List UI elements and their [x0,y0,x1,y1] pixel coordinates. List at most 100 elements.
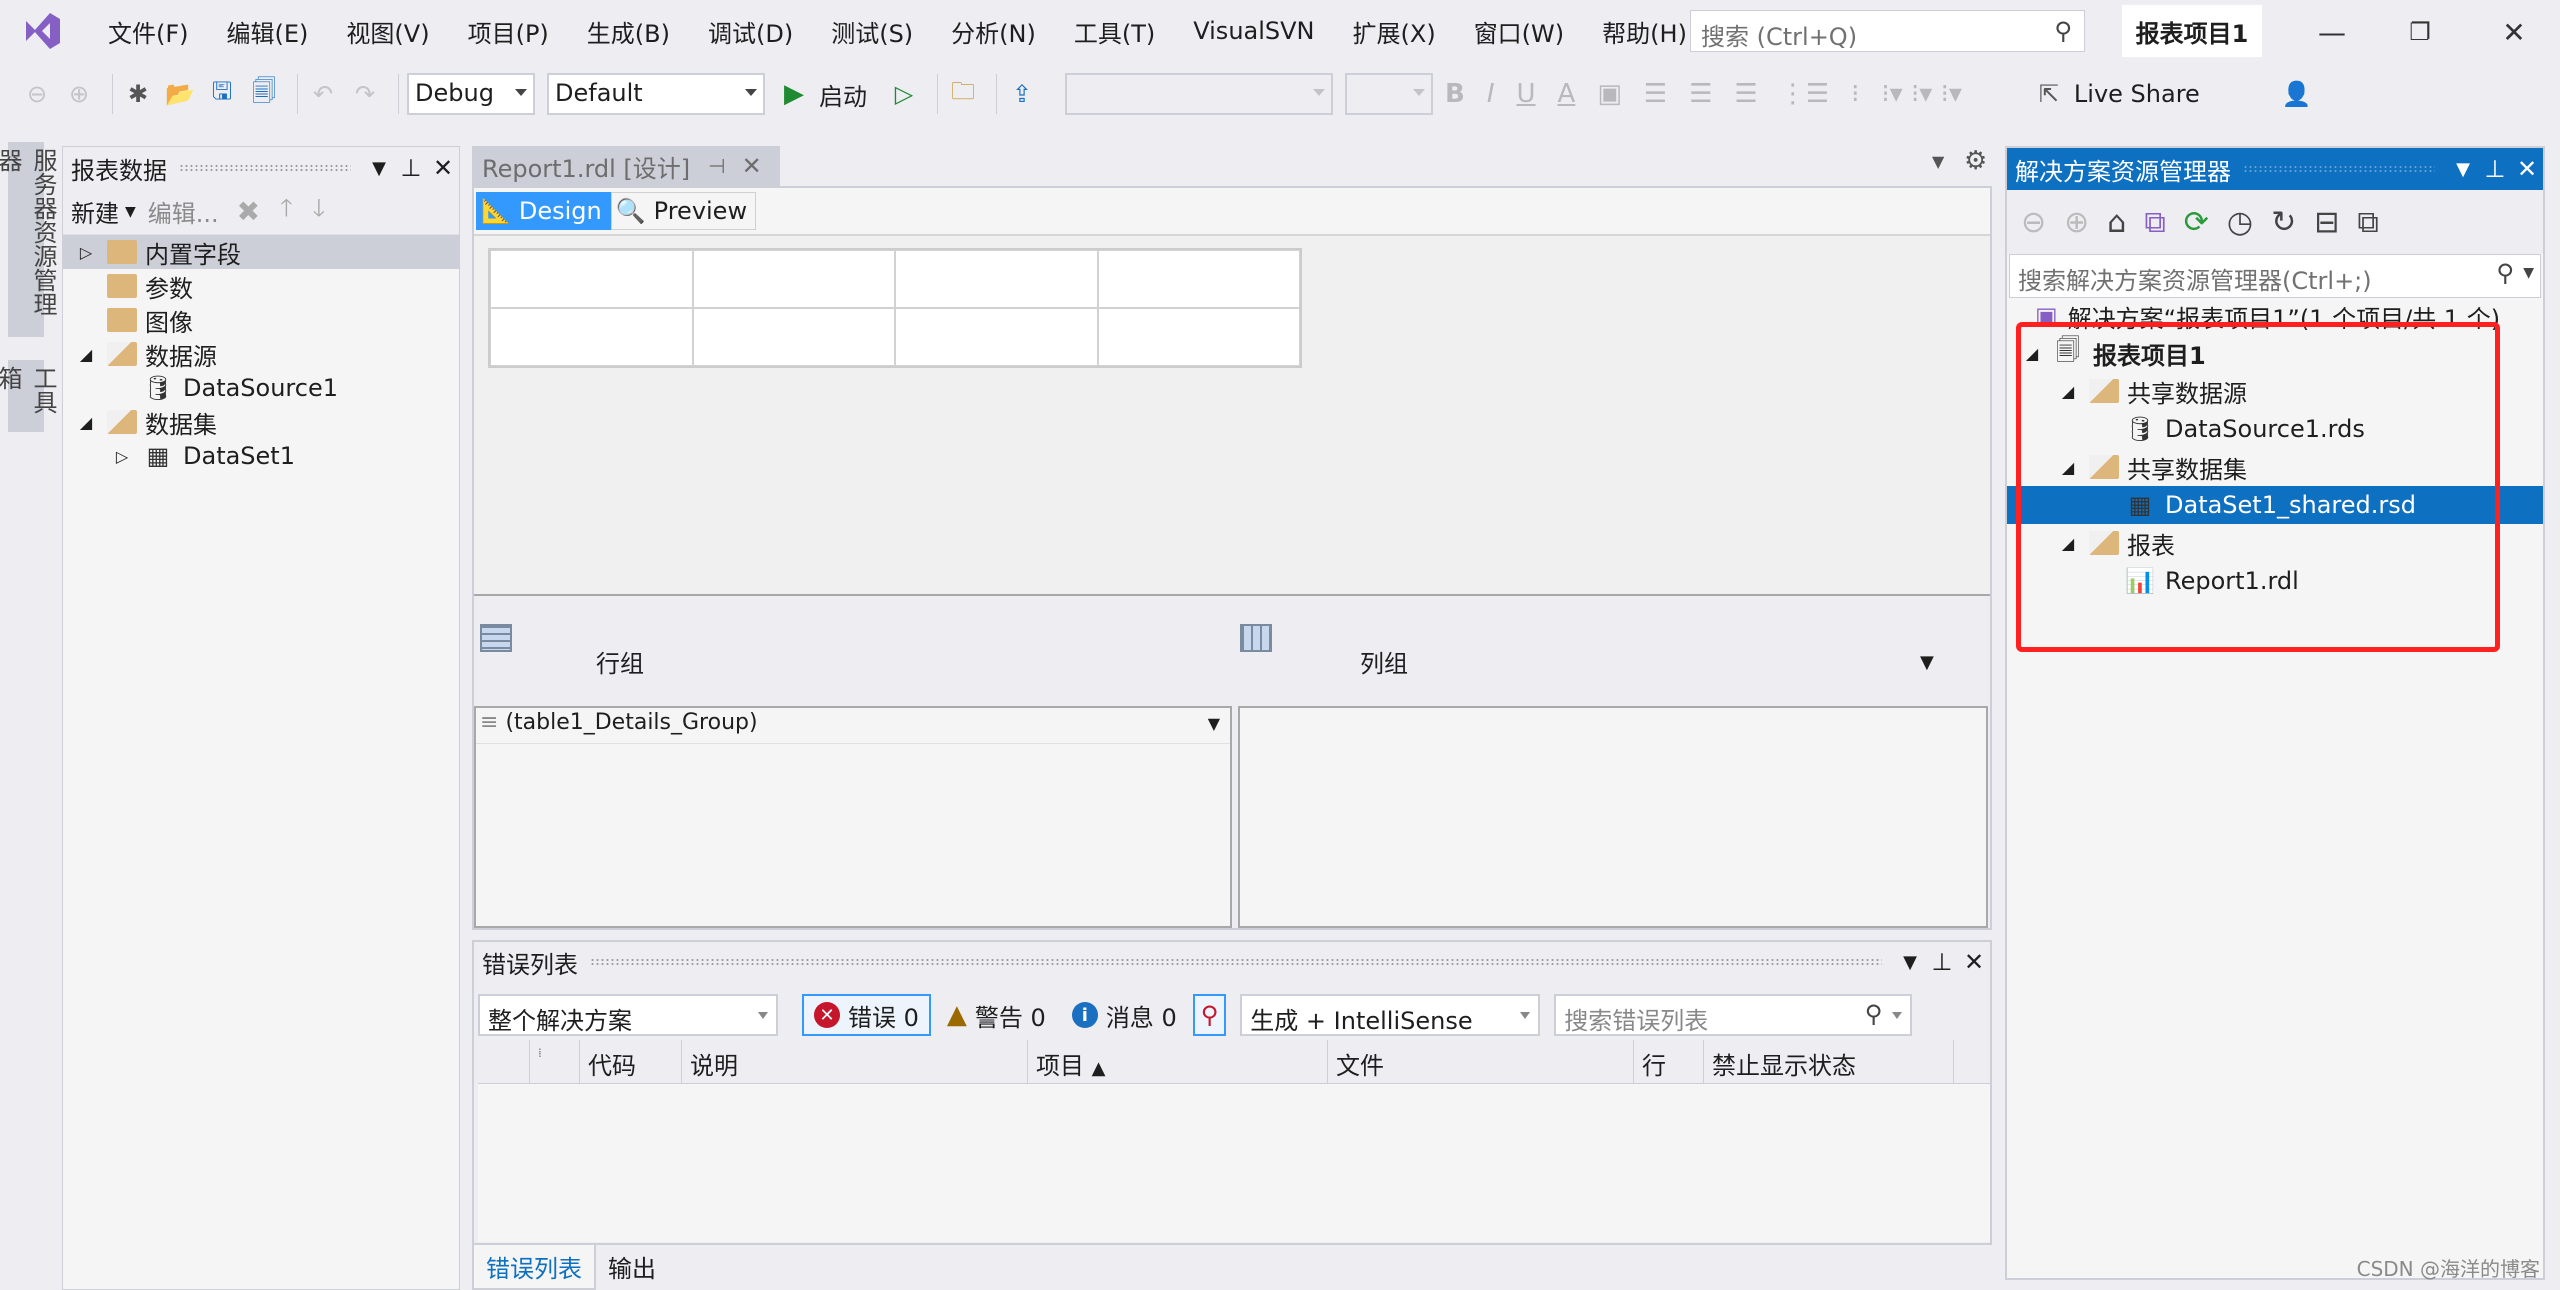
menu-edit[interactable]: 编辑(E) [227,14,309,49]
tab-output[interactable]: 输出 [596,1245,668,1290]
switch-views-icon[interactable]: ⧉ [2144,205,2165,240]
table-cell[interactable] [692,250,895,308]
configuration-dropdown[interactable]: Debug [407,73,535,115]
numbered-list-icon[interactable]: ⋮☰ [1780,79,1829,109]
forward-icon[interactable]: ⊕ [2064,205,2089,240]
back-icon[interactable]: ⊖ [20,77,54,111]
font-color-icon[interactable]: A [1558,79,1576,109]
tree-item[interactable]: ▷ ▦ DataSet1 [63,439,459,473]
dropdown-icon[interactable]: ▼ [363,152,395,184]
menu-help[interactable]: 帮助(H) [1602,14,1687,49]
grouping-options-dropdown-icon[interactable]: ▼ [1920,652,1934,673]
source-dropdown[interactable]: 生成 + IntelliSense [1240,994,1541,1036]
pin-icon[interactable]: ⊥ [395,152,427,184]
edit-button[interactable]: 编辑... [148,194,219,229]
menu-visualsvn[interactable]: VisualSVN [1193,17,1314,45]
toolbar-overflow-icon[interactable]: ⁝▾ ⁝▾ ⁝▾ [1881,79,1961,109]
server-explorer-tab[interactable]: 服务器资源管理器 [0,142,57,337]
start-play-icon[interactable]: ▶ [777,77,811,111]
close-icon[interactable]: ✕ [2511,153,2543,185]
minimize-button[interactable]: — [2312,12,2352,52]
document-tab-report1[interactable]: Report1.rdl [设计] ⊣ ✕ [472,146,780,186]
warnings-filter-button[interactable]: ▲ 警告 0 [937,994,1056,1036]
new-project-icon[interactable]: ✱ [121,77,155,111]
expanded-arrow-icon[interactable]: ◢ [75,413,97,432]
pending-changes-filter-icon[interactable]: ◷ [2227,205,2253,240]
tab-design[interactable]: 📐 Design [476,192,611,230]
global-search-input[interactable]: 搜索 (Ctrl+Q) ⚲ [1690,10,2085,52]
dropdown-icon[interactable]: ▼ [2447,153,2479,185]
back-icon[interactable]: ⊖ [2021,205,2046,240]
collapse-all-icon[interactable]: ⊟ [2314,205,2339,240]
table-cell[interactable] [1097,250,1300,308]
settings-gear-icon[interactable]: ⚙ [1964,146,1987,176]
design-canvas[interactable] [474,234,1990,594]
errors-filter-button[interactable]: ✕ 错误 0 [802,994,931,1036]
publish-icon[interactable]: ⇪ [1005,77,1039,111]
dropdown-icon[interactable]: ▼ [1894,946,1926,978]
forward-icon[interactable]: ⊕ [62,77,96,111]
menu-test[interactable]: 测试(S) [831,14,913,49]
new-button[interactable]: 新建 [71,194,119,229]
save-icon[interactable]: 🖫 [205,77,239,111]
folder-icon[interactable]: 🗀 [946,77,980,111]
align-right-icon[interactable]: ☰ [1735,79,1758,109]
open-file-icon[interactable]: 📂 [163,77,197,111]
drag-grip[interactable] [2243,165,2435,173]
save-all-icon[interactable]: 🗐 [247,77,281,111]
tree-item[interactable]: ◢ 数据源 [63,337,459,371]
background-color-icon[interactable]: ▣ [1597,79,1622,109]
menu-view[interactable]: 视图(V) [346,14,429,49]
live-share-icon[interactable]: ⇱ [2032,77,2066,111]
bullet-list-icon[interactable]: ⁝ [1851,79,1859,109]
column-header-line[interactable]: 行 [1634,1040,1704,1083]
group-dropdown-icon[interactable]: ▼ [1208,714,1220,733]
undo-icon[interactable]: ↶ [306,77,340,111]
report-table[interactable] [488,248,1302,368]
tree-item[interactable]: 图像 [63,303,459,337]
table-cell[interactable] [895,250,1098,308]
move-up-icon[interactable]: 🡑 [280,191,292,232]
error-search-input[interactable]: 搜索错误列表 ⚲ [1554,994,1913,1036]
menu-analyze[interactable]: 分析(N) [951,14,1036,49]
sync-icon[interactable]: ⟳ [2184,205,2209,240]
collapsed-arrow-icon[interactable]: ▷ [111,447,133,466]
column-header-code[interactable]: 代码 [580,1040,682,1083]
tab-preview[interactable]: 🔍 Preview [610,192,757,230]
drag-grip[interactable] [179,164,351,172]
platform-dropdown[interactable]: Default [547,73,765,115]
menu-project[interactable]: 项目(P) [468,14,549,49]
start-button[interactable]: 启动 [819,77,867,112]
menu-file[interactable]: 文件(F) [108,14,189,49]
column-header-suppression-state[interactable]: 禁止显示状态 [1704,1040,1954,1083]
table-cell[interactable] [490,308,693,366]
close-icon[interactable]: ✕ [427,152,459,184]
close-window-button[interactable]: ✕ [2494,12,2534,52]
pin-icon[interactable]: ⊥ [1926,946,1958,978]
home-icon[interactable]: ⌂ [2107,205,2126,240]
column-chooser-icon[interactable]: ⁞ [530,1040,580,1083]
align-center-icon[interactable]: ☰ [1689,79,1712,109]
build-filter-toggle[interactable]: ⚲ [1192,994,1227,1036]
column-header-description[interactable]: 说明 [682,1040,1028,1083]
align-left-icon[interactable]: ☰ [1644,79,1667,109]
feedback-icon[interactable]: 👤 [2280,77,2314,111]
italic-icon[interactable]: I [1487,79,1495,109]
close-tab-icon[interactable]: ✕ [742,152,762,180]
bold-icon[interactable]: B [1445,79,1465,109]
solution-search-input[interactable]: 搜索解决方案资源管理器(Ctrl+;) ⚲ ▼ [2009,254,2541,298]
table-cell[interactable] [692,308,895,366]
refresh-icon[interactable]: ↻ [2271,205,2296,240]
delete-icon[interactable]: ✖ [237,195,260,228]
tree-item[interactable]: ▷ 内置字段 [63,235,459,269]
drag-grip[interactable] [590,958,1882,966]
table-cell[interactable] [1097,308,1300,366]
table-cell[interactable] [490,250,693,308]
tree-item[interactable]: 参数 [63,269,459,303]
scope-dropdown[interactable]: 整个解决方案 [478,994,778,1036]
tree-item[interactable]: ◢ 数据集 [63,405,459,439]
chevron-down-icon[interactable]: ▼ [125,204,136,220]
menu-tools[interactable]: 工具(T) [1074,14,1155,49]
pin-icon[interactable]: ⊥ [2479,153,2511,185]
tab-error-list[interactable]: 错误列表 [472,1245,596,1290]
